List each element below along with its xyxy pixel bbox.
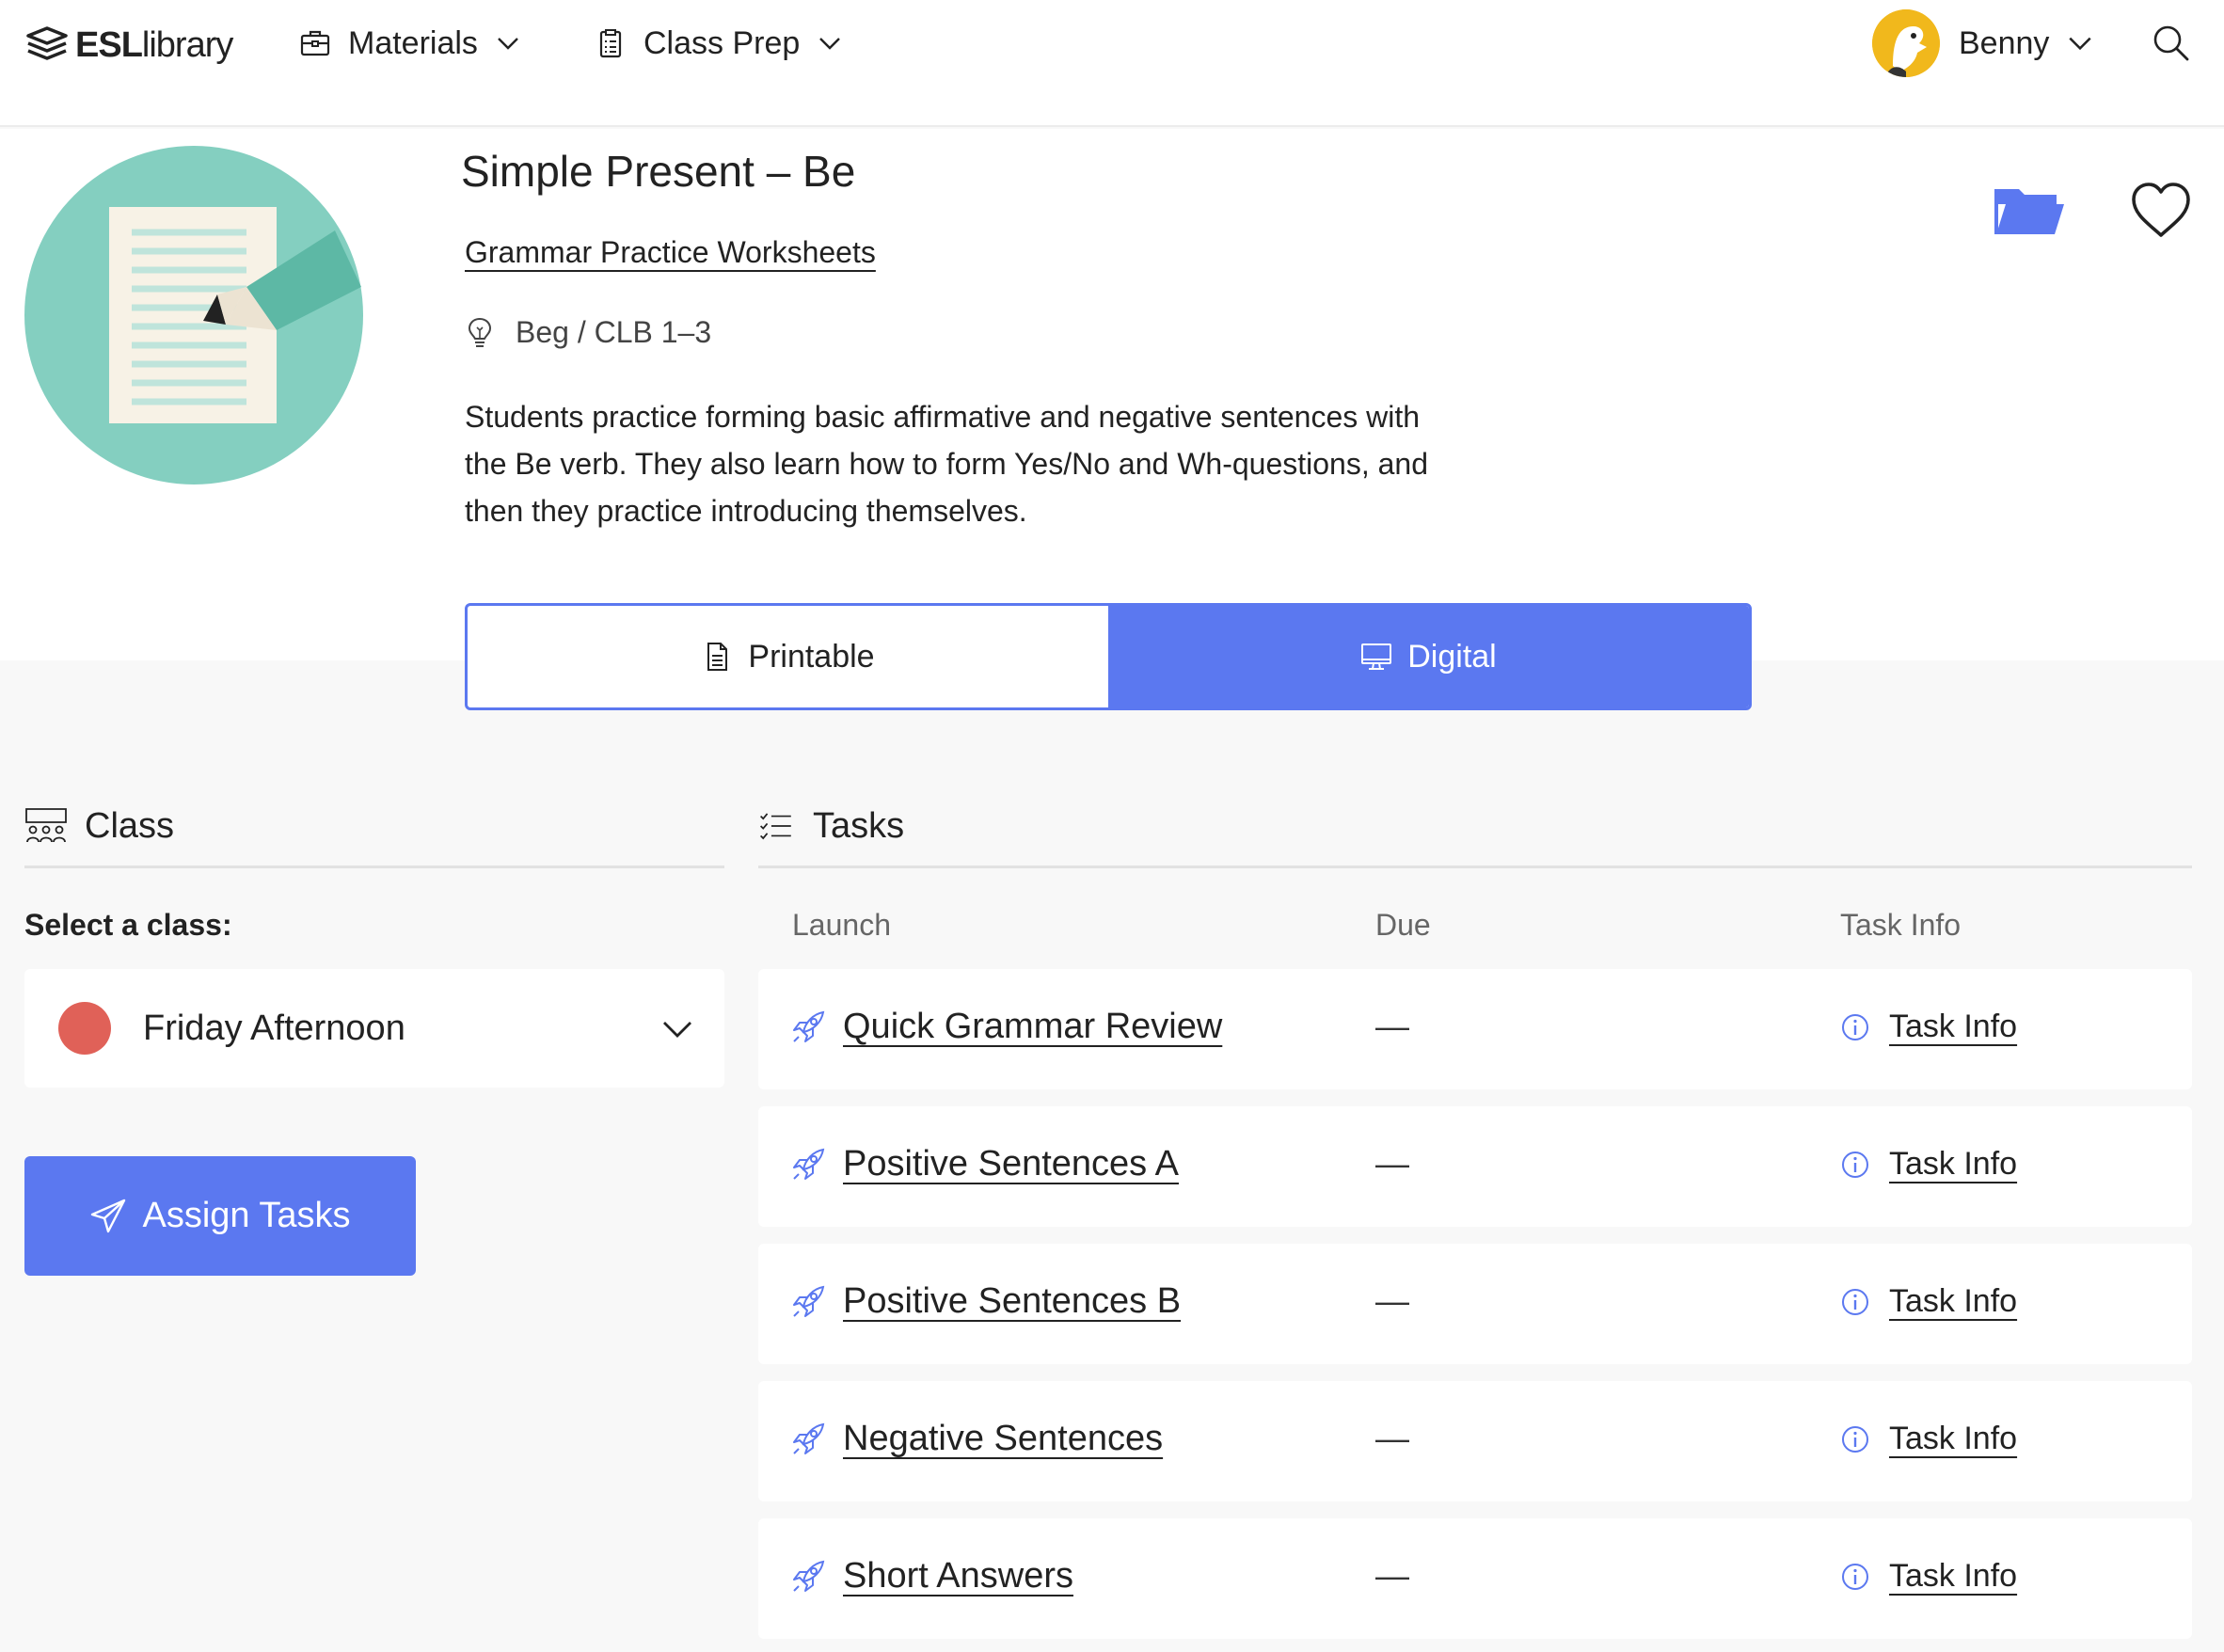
info-icon	[1842, 1151, 1868, 1178]
rocket-icon	[793, 1148, 825, 1180]
task-name: Short Answers	[843, 1556, 1073, 1596]
task-row: Positive Sentences A — Task Info	[758, 1106, 2192, 1227]
esl-library-logo[interactable]: ESLlibrary	[24, 19, 233, 71]
class-section-divider	[24, 866, 724, 868]
lesson-title: Simple Present – Be	[461, 147, 856, 196]
class-heading-label: Class	[85, 805, 175, 846]
task-row: Positive Sentences B — Task Info	[758, 1244, 2192, 1364]
chevron-down-icon	[663, 1022, 691, 1038]
rocket-icon	[793, 1422, 825, 1454]
user-menu[interactable]: Benny	[1872, 9, 2094, 77]
task-name: Positive Sentences A	[843, 1144, 1179, 1183]
task-name: Positive Sentences B	[843, 1281, 1182, 1321]
task-info-link[interactable]: Task Info	[1840, 1009, 2017, 1045]
launch-task-link[interactable]: Quick Grammar Review	[790, 1007, 1222, 1047]
column-header-launch: Launch	[792, 908, 891, 942]
printable-digital-toggle: Printable Digital	[465, 603, 1752, 710]
info-icon	[1842, 1425, 1868, 1453]
logo-text: ESLlibrary	[75, 24, 233, 65]
paper-plane-icon	[91, 1199, 126, 1232]
tasks-heading-label: Tasks	[813, 805, 905, 846]
chevron-down-icon	[498, 38, 518, 50]
document-icon	[707, 643, 728, 671]
column-header-due: Due	[1375, 908, 1431, 942]
launch-task-link[interactable]: Negative Sentences	[790, 1419, 1163, 1459]
task-info-label: Task Info	[1889, 1421, 2018, 1456]
info-icon	[1842, 1563, 1868, 1590]
rocket-icon	[793, 1010, 825, 1042]
rocket-icon	[793, 1560, 825, 1592]
class-section-heading: Class	[24, 798, 174, 854]
task-due: —	[1375, 1419, 1409, 1457]
assign-tasks-button[interactable]: Assign Tasks	[24, 1156, 416, 1276]
task-row: Negative Sentences — Task Info	[758, 1381, 2192, 1501]
task-info-label: Task Info	[1889, 1146, 2018, 1182]
tab-printable-label: Printable	[748, 638, 875, 675]
task-due: —	[1375, 1281, 1409, 1320]
rocket-icon	[793, 1285, 825, 1317]
chevron-down-icon	[2069, 37, 2092, 51]
task-info-link[interactable]: Task Info	[1840, 1283, 2017, 1320]
assign-tasks-label: Assign Tasks	[142, 1196, 351, 1235]
worksheet-illustration	[24, 146, 363, 484]
lesson-description: Students practice forming basic affirmat…	[465, 400, 1428, 528]
avatar	[1872, 9, 1940, 77]
tab-printable[interactable]: Printable	[468, 606, 1108, 707]
column-header-task-info: Task Info	[1840, 908, 1962, 942]
launch-task-link[interactable]: Short Answers	[790, 1556, 1073, 1596]
top-header: ESLlibrary Materials Class Prep Benny	[0, 0, 2224, 127]
avatar-character-icon	[1872, 9, 1940, 77]
folder-icon[interactable]	[1994, 183, 2066, 240]
nav-materials-label: Materials	[348, 24, 478, 61]
task-due: —	[1375, 1144, 1409, 1183]
class-select-dropdown[interactable]: Friday Afternoon	[24, 969, 724, 1088]
task-info-link[interactable]: Task Info	[1840, 1146, 2017, 1183]
search-icon[interactable]	[2151, 23, 2190, 62]
nav-class-prep-label: Class Prep	[643, 24, 801, 61]
task-info-label: Task Info	[1889, 1009, 2018, 1044]
monitor-icon	[1361, 643, 1392, 670]
tasks-section-heading: Tasks	[758, 798, 904, 854]
task-row: Short Answers — Task Info	[758, 1518, 2192, 1639]
select-class-label: Select a class:	[24, 908, 232, 942]
task-info-link[interactable]: Task Info	[1840, 1421, 2017, 1457]
task-row: Quick Grammar Review — Task Info	[758, 969, 2192, 1089]
heart-icon[interactable]	[2130, 181, 2192, 239]
lightbulb-icon	[468, 317, 492, 347]
task-name: Quick Grammar Review	[843, 1007, 1223, 1046]
classroom-icon	[25, 808, 67, 843]
info-icon	[1842, 1013, 1868, 1040]
task-due: —	[1375, 1007, 1409, 1045]
tab-digital-label: Digital	[1407, 638, 1497, 675]
books-stack-icon	[26, 26, 68, 60]
class-color-dot	[58, 1002, 111, 1055]
level-info: Beg / CLB 1–3	[465, 315, 711, 350]
info-icon	[1842, 1288, 1868, 1315]
level-text: Beg / CLB 1–3	[516, 315, 712, 349]
tab-digital[interactable]: Digital	[1108, 606, 1749, 707]
briefcase-icon	[300, 30, 330, 56]
task-info-label: Task Info	[1889, 1558, 2018, 1594]
user-name: Benny	[1959, 24, 2050, 61]
nav-materials[interactable]: Materials	[299, 21, 521, 66]
nav-class-prep[interactable]: Class Prep	[595, 21, 843, 66]
checklist-icon	[759, 813, 791, 840]
launch-task-link[interactable]: Positive Sentences A	[790, 1144, 1179, 1184]
clipboard-icon	[599, 29, 622, 58]
selected-class-name: Friday Afternoon	[143, 1008, 405, 1048]
task-info-label: Task Info	[1889, 1283, 2018, 1319]
task-info-link[interactable]: Task Info	[1840, 1558, 2017, 1595]
tasks-section-divider	[758, 866, 2192, 868]
chevron-down-icon	[819, 38, 841, 50]
task-name: Negative Sentences	[843, 1419, 1164, 1458]
category-link[interactable]: Grammar Practice Worksheets	[465, 235, 876, 270]
launch-task-link[interactable]: Positive Sentences B	[790, 1281, 1181, 1322]
task-due: —	[1375, 1556, 1409, 1595]
